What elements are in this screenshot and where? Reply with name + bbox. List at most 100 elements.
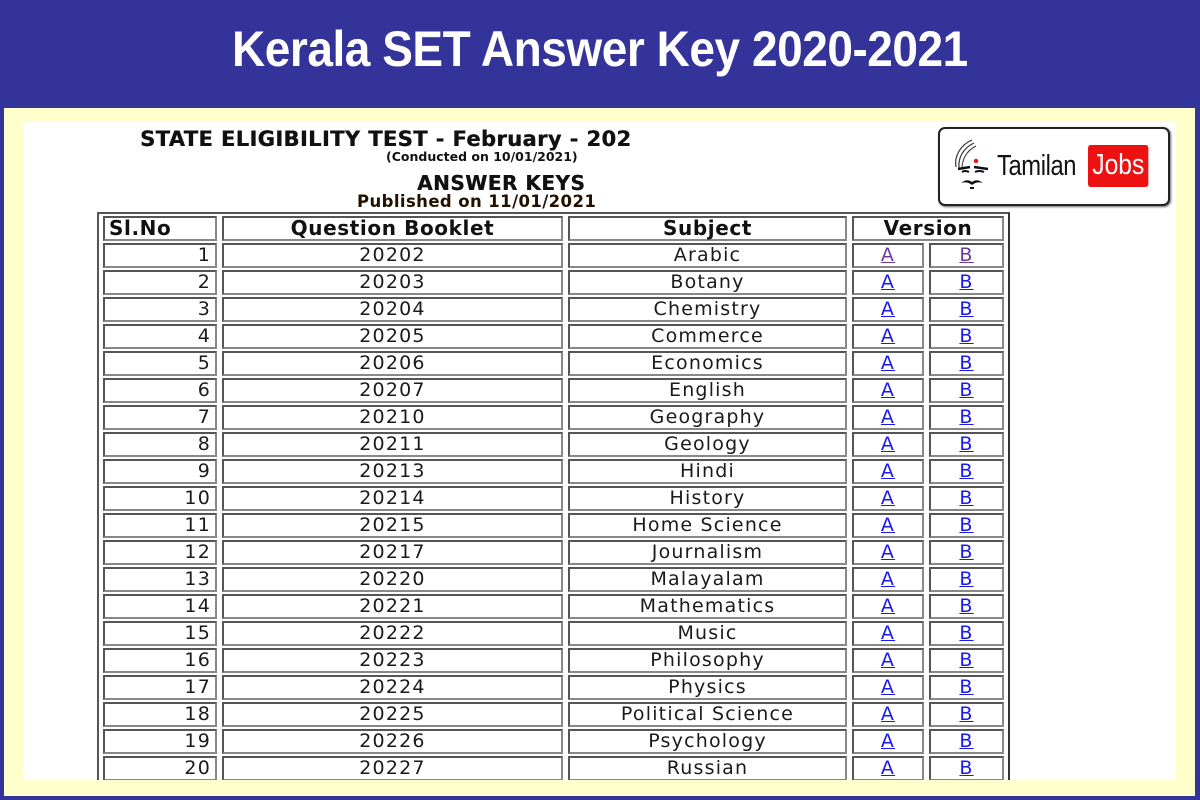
cell-version-b: B: [929, 432, 1004, 457]
cell-subject: Physics: [568, 675, 847, 700]
cell-question-booklet: 20204: [222, 297, 563, 322]
cell-sl-no: 12: [103, 540, 217, 565]
bharathiyar-face-icon: [950, 137, 994, 197]
cell-question-booklet: 20226: [222, 729, 563, 754]
table-row: 3 20204 Chemistry A B: [103, 297, 1004, 322]
cell-sl-no: 13: [103, 567, 217, 592]
cell-subject: Hindi: [568, 459, 847, 484]
cell-question-booklet: 20220: [222, 567, 563, 592]
table-row: 18 20225 Political Science A B: [103, 702, 1004, 727]
version-a-link[interactable]: A: [881, 271, 895, 293]
cell-version-a: A: [852, 486, 924, 511]
cell-question-booklet: 20227: [222, 756, 563, 780]
conducted-date: (Conducted on 10/01/2021): [386, 149, 578, 164]
cell-subject: Economics: [568, 351, 847, 376]
cell-version-b: B: [929, 243, 1004, 268]
cell-subject: Philosophy: [568, 648, 847, 673]
cell-sl-no: 10: [103, 486, 217, 511]
version-b-link[interactable]: B: [959, 460, 973, 482]
logo-text-tamilan: Tamilan: [997, 150, 1077, 182]
version-b-link[interactable]: B: [959, 352, 973, 374]
cell-version-b: B: [929, 378, 1004, 403]
version-b-link[interactable]: B: [959, 757, 973, 779]
cell-question-booklet: 20222: [222, 621, 563, 646]
version-a-link[interactable]: A: [881, 325, 895, 347]
version-a-link[interactable]: A: [881, 433, 895, 455]
version-b-link[interactable]: B: [959, 271, 973, 293]
header-version: Version: [852, 216, 1004, 241]
version-a-link[interactable]: A: [881, 298, 895, 320]
cell-question-booklet: 20213: [222, 459, 563, 484]
cell-version-b: B: [929, 351, 1004, 376]
version-a-link[interactable]: A: [881, 244, 895, 266]
version-b-link[interactable]: B: [959, 406, 973, 428]
version-a-link[interactable]: A: [881, 649, 895, 671]
cell-version-b: B: [929, 702, 1004, 727]
version-b-link[interactable]: B: [959, 514, 973, 536]
version-a-link[interactable]: A: [881, 352, 895, 374]
cell-subject: Psychology: [568, 729, 847, 754]
version-b-link[interactable]: B: [959, 487, 973, 509]
cell-question-booklet: 20214: [222, 486, 563, 511]
version-a-link[interactable]: A: [881, 379, 895, 401]
table-row: 1 20202 Arabic A B: [103, 243, 1004, 268]
cell-question-booklet: 20224: [222, 675, 563, 700]
tamilan-jobs-logo: Tamilan Jobs: [938, 127, 1170, 206]
version-a-link[interactable]: A: [881, 406, 895, 428]
cell-question-booklet: 20206: [222, 351, 563, 376]
version-b-link[interactable]: B: [959, 730, 973, 752]
cell-version-a: A: [852, 378, 924, 403]
version-a-link[interactable]: A: [881, 514, 895, 536]
cell-sl-no: 15: [103, 621, 217, 646]
table-row: 2 20203 Botany A B: [103, 270, 1004, 295]
version-a-link[interactable]: A: [881, 703, 895, 725]
exam-title: STATE ELIGIBILITY TEST - February - 202: [140, 127, 632, 151]
cell-version-a: A: [852, 702, 924, 727]
version-b-link[interactable]: B: [959, 568, 973, 590]
version-a-link[interactable]: A: [881, 676, 895, 698]
cell-subject: Political Science: [568, 702, 847, 727]
cell-subject: Malayalam: [568, 567, 847, 592]
version-a-link[interactable]: A: [881, 487, 895, 509]
screenshot-frame: STATE ELIGIBILITY TEST - February - 202 …: [4, 108, 1195, 796]
version-a-link[interactable]: A: [881, 568, 895, 590]
header-sl-no: Sl.No: [103, 216, 217, 241]
cell-version-a: A: [852, 432, 924, 457]
cell-subject: English: [568, 378, 847, 403]
cell-question-booklet: 20221: [222, 594, 563, 619]
cell-version-a: A: [852, 621, 924, 646]
cell-version-a: A: [852, 351, 924, 376]
version-b-link[interactable]: B: [959, 244, 973, 266]
version-b-link[interactable]: B: [959, 703, 973, 725]
cell-sl-no: 14: [103, 594, 217, 619]
cell-subject: Botany: [568, 270, 847, 295]
cell-sl-no: 2: [103, 270, 217, 295]
table-row: 5 20206 Economics A B: [103, 351, 1004, 376]
version-b-link[interactable]: B: [959, 298, 973, 320]
version-b-link[interactable]: B: [959, 541, 973, 563]
version-b-link[interactable]: B: [959, 676, 973, 698]
version-a-link[interactable]: A: [881, 595, 895, 617]
cell-version-b: B: [929, 513, 1004, 538]
version-a-link[interactable]: A: [881, 541, 895, 563]
version-a-link[interactable]: A: [881, 622, 895, 644]
table-row: 11 20215 Home Science A B: [103, 513, 1004, 538]
version-a-link[interactable]: A: [881, 460, 895, 482]
version-b-link[interactable]: B: [959, 433, 973, 455]
cell-version-a: A: [852, 513, 924, 538]
table-row: 19 20226 Psychology A B: [103, 729, 1004, 754]
table-row: 4 20205 Commerce A B: [103, 324, 1004, 349]
cell-sl-no: 19: [103, 729, 217, 754]
version-a-link[interactable]: A: [881, 730, 895, 752]
version-b-link[interactable]: B: [959, 622, 973, 644]
version-b-link[interactable]: B: [959, 649, 973, 671]
version-b-link[interactable]: B: [959, 379, 973, 401]
version-a-link[interactable]: A: [881, 757, 895, 779]
cell-version-a: A: [852, 540, 924, 565]
table-row: 14 20221 Mathematics A B: [103, 594, 1004, 619]
cell-version-b: B: [929, 675, 1004, 700]
cell-question-booklet: 20215: [222, 513, 563, 538]
version-b-link[interactable]: B: [959, 595, 973, 617]
version-b-link[interactable]: B: [959, 325, 973, 347]
cell-sl-no: 3: [103, 297, 217, 322]
